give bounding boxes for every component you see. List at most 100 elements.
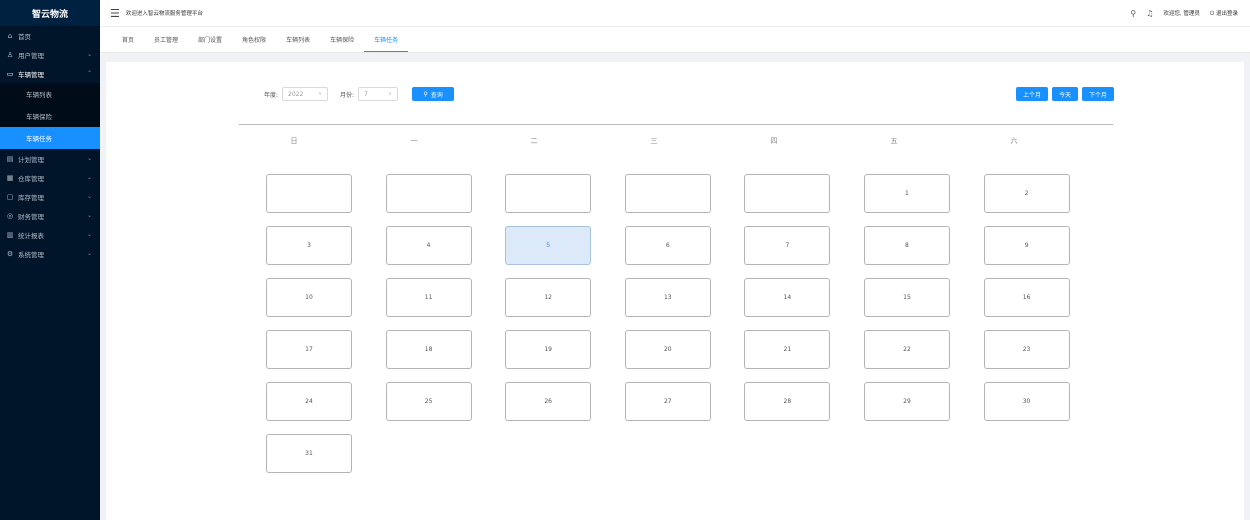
chevron-up-icon: ⌃ xyxy=(86,70,92,77)
document-icon: ▤ xyxy=(6,154,14,163)
calendar-day-cell[interactable]: 6 xyxy=(624,226,711,265)
year-value: 2022 xyxy=(288,90,304,98)
sidebar-item-warehouse[interactable]: ▦ 仓库管理 ⌄ xyxy=(0,168,100,187)
calendar-day-cell[interactable]: 4 xyxy=(385,226,472,265)
month-label: 月份: xyxy=(340,91,355,99)
user-icon: ♙ xyxy=(6,50,14,59)
tab-vehicle-insurance[interactable]: 车辆保险 xyxy=(320,27,364,52)
chevron-down-icon: ⌄ xyxy=(86,51,92,58)
sidebar-item-label: 首页 xyxy=(18,32,31,41)
chevron-down-icon: ⌄ xyxy=(86,231,92,238)
month-value: 7 xyxy=(364,90,368,98)
calendar-day-cell[interactable]: 23 xyxy=(983,330,1070,369)
calendar-day-cell[interactable]: 14 xyxy=(744,278,831,317)
sidebar-item-vehicle-tasks[interactable]: 车辆任务 xyxy=(0,127,100,149)
sidebar-item-vehicles[interactable]: ▭ 车辆管理 ⌃ xyxy=(0,64,100,83)
tab-vehicle-list[interactable]: 车辆列表 xyxy=(276,27,320,52)
calendar-day-cell[interactable]: 20 xyxy=(624,330,711,369)
calendar-day-cell[interactable]: 31 xyxy=(266,434,352,473)
sidebar-item-system[interactable]: ⚙ 系统管理 ⌄ xyxy=(0,244,100,263)
calendar-day-cell[interactable]: 22 xyxy=(863,330,950,369)
sidebar-item-label: 系统管理 xyxy=(18,250,44,259)
calendar-day-cell[interactable]: 11 xyxy=(385,278,472,317)
app-logo: 智云物流 xyxy=(0,0,100,26)
calendar-day-cell[interactable]: 16 xyxy=(983,278,1070,317)
month-select[interactable]: 7 ∨ xyxy=(358,87,399,101)
calendar-day-cell[interactable]: 1 xyxy=(863,174,950,213)
chevron-down-icon: ⌄ xyxy=(86,174,92,181)
calendar-empty-cell xyxy=(266,174,352,213)
main-content: 年度: 2022 ∨ 月份: 7 ∨ ⚲ 查询 上个月 今天 下个月 日 一 二… xyxy=(106,62,1244,520)
calendar-day-cell[interactable]: 9 xyxy=(983,226,1070,265)
sidebar-item-plans[interactable]: ▤ 计划管理 ⌄ xyxy=(0,149,100,168)
month-nav: 上个月 今天 下个月 xyxy=(1015,87,1114,101)
tab-department[interactable]: 部门设置 xyxy=(188,27,232,52)
calendar-day-cell[interactable]: 29 xyxy=(863,382,950,421)
calendar-day-cell[interactable]: 10 xyxy=(266,278,352,317)
today-button[interactable]: 今天 xyxy=(1051,87,1078,101)
header-actions: ⚲ ♫ 欢迎您, 管理员 ⏻ 退出登录 xyxy=(1130,0,1238,26)
weekday-sat: 六 xyxy=(1010,137,1018,145)
logout-label: 退出登录 xyxy=(1215,10,1238,17)
query-button[interactable]: ⚲ 查询 xyxy=(412,87,455,101)
search-icon[interactable]: ⚲ xyxy=(1130,9,1136,18)
calendar-day-cell[interactable]: 25 xyxy=(385,382,472,421)
top-header: ☰ 欢迎进入智云物流服务管理平台 ⚲ ♫ 欢迎您, 管理员 ⏻ 退出登录 xyxy=(100,0,1250,26)
logout-button[interactable]: ⏻ 退出登录 xyxy=(1210,9,1238,18)
calendar-day-cell[interactable]: 26 xyxy=(505,382,592,421)
calendar-day-cell[interactable]: 2 xyxy=(983,174,1070,213)
calendar-day-cell[interactable]: 15 xyxy=(863,278,950,317)
next-month-button[interactable]: 下个月 xyxy=(1081,87,1114,101)
calendar-day-cell[interactable]: 17 xyxy=(266,330,352,369)
chevron-down-icon: ∨ xyxy=(318,91,323,97)
tab-roles[interactable]: 角色权限 xyxy=(232,27,276,52)
tab-vehicle-tasks[interactable]: 车辆任务 xyxy=(364,27,409,52)
home-icon: ⌂ xyxy=(7,31,13,40)
tab-staff[interactable]: 员工管理 xyxy=(144,27,188,52)
sidebar-item-label: 用户管理 xyxy=(18,51,44,60)
calendar-day-cell[interactable]: 8 xyxy=(863,226,950,265)
year-select[interactable]: 2022 ∨ xyxy=(282,87,329,101)
filter-bar: 年度: 2022 ∨ 月份: 7 ∨ ⚲ 查询 xyxy=(264,87,455,101)
power-icon: ⏻ xyxy=(1209,10,1215,17)
finance-icon: ◎ xyxy=(6,211,14,220)
sidebar-item-reports[interactable]: ▥ 统计报表 ⌄ xyxy=(0,225,100,244)
calendar-empty-cell xyxy=(744,174,831,213)
calendar-empty-cell xyxy=(624,174,711,213)
sidebar-item-inventory[interactable]: ▢ 库存管理 ⌄ xyxy=(0,187,100,206)
calendar-day-cell[interactable]: 19 xyxy=(505,330,592,369)
sidebar-item-label: 统计报表 xyxy=(18,231,44,240)
calendar-day-cell[interactable]: 30 xyxy=(983,382,1070,421)
calendar-day-cell[interactable]: 28 xyxy=(744,382,831,421)
bell-icon[interactable]: ♫ xyxy=(1146,9,1153,18)
prev-month-button[interactable]: 上个月 xyxy=(1015,87,1048,101)
calendar-day-cell[interactable]: 12 xyxy=(505,278,592,317)
sidebar-item-home[interactable]: ⌂ 首页 xyxy=(0,26,100,45)
chart-icon: ▥ xyxy=(6,230,14,239)
calendar-day-cell[interactable]: 13 xyxy=(624,278,711,317)
weekday-thu: 四 xyxy=(770,137,778,145)
welcome-text: 欢迎进入智云物流服务管理平台 xyxy=(125,11,203,17)
sidebar-item-users[interactable]: ♙ 用户管理 ⌄ xyxy=(0,45,100,64)
menu-toggle-icon[interactable]: ☰ xyxy=(110,7,120,20)
user-greeting: 欢迎您, 管理员 xyxy=(1163,11,1200,17)
sidebar: 智云物流 ⌂ 首页 ♙ 用户管理 ⌄ ▭ 车辆管理 ⌃ 车辆列表 车辆保险 车辆… xyxy=(0,0,100,520)
chevron-down-icon: ⌄ xyxy=(86,250,92,257)
weekday-mon: 一 xyxy=(410,137,418,145)
calendar-day-cell[interactable]: 3 xyxy=(266,226,352,265)
calendar-day-cell[interactable]: 27 xyxy=(624,382,711,421)
weekday-row: 日 一 二 三 四 五 六 xyxy=(251,136,1091,146)
sidebar-item-vehicle-insurance[interactable]: 车辆保险 xyxy=(0,105,100,127)
vehicle-submenu: 车辆列表 车辆保险 车辆任务 xyxy=(0,83,100,149)
calendar-day-cell[interactable]: 24 xyxy=(266,382,352,421)
sidebar-item-vehicle-list[interactable]: 车辆列表 xyxy=(0,83,100,105)
calendar-day-cell[interactable]: 21 xyxy=(744,330,831,369)
calendar-day-cell[interactable]: 7 xyxy=(744,226,831,265)
calendar-day-cell[interactable]: 5 xyxy=(505,226,592,265)
tab-home[interactable]: 首页 xyxy=(112,27,144,52)
query-label: 查询 xyxy=(430,91,443,99)
weekday-tue: 二 xyxy=(530,137,538,145)
sidebar-item-finance[interactable]: ◎ 财务管理 ⌄ xyxy=(0,206,100,225)
calendar-grid: 1 2 3 4 5 6 7 8 9 10 11 12 13 14 15 16 17 18 19 20 21 22 23 24 2… xyxy=(266,174,1070,473)
calendar-day-cell[interactable]: 18 xyxy=(385,330,472,369)
